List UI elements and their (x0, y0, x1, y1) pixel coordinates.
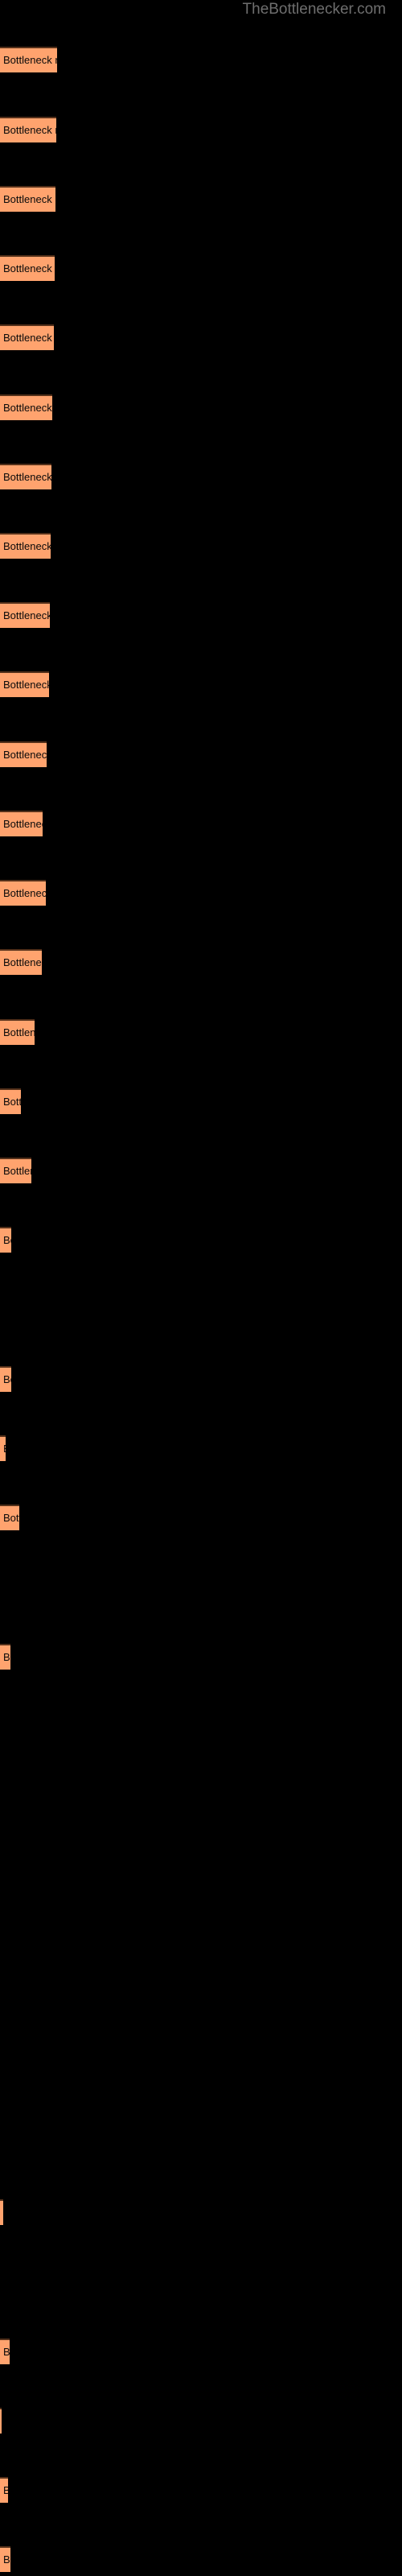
bar-label: Bottleneck result (3, 679, 49, 691)
bar-23[interactable]: Bottleneck result (0, 2199, 3, 2225)
bar-label: Bottleneck result (3, 1441, 6, 1457)
bar-label: Bottleneck result (3, 193, 55, 205)
bar-label: Bottleneck result (3, 2553, 10, 2566)
bar-label: Bottleneck result (3, 1096, 21, 1108)
bar-11[interactable]: Bottleneck result (0, 741, 47, 767)
bar-19[interactable]: Bottleneck result (0, 1366, 11, 1392)
bar-label: Bottleneck result (3, 471, 51, 483)
bar-label: Bottleneck result (3, 1234, 11, 1246)
bar-7[interactable]: Bottleneck result (0, 464, 51, 489)
bar-22[interactable]: Bottleneck result (0, 1644, 10, 1670)
bar-14[interactable]: Bottleneck result (0, 949, 42, 975)
bar-4[interactable]: Bottleneck result (0, 255, 55, 281)
bar-label: Bottleneck result (3, 2483, 8, 2499)
bar-3[interactable]: Bottleneck result (0, 186, 55, 212)
bar-27[interactable]: Bottleneck result (0, 2546, 10, 2572)
bar-2[interactable]: Bottleneck result (0, 117, 56, 142)
bar-label: Bottleneck result (3, 749, 47, 761)
bar-10[interactable]: Bottleneck result (0, 671, 49, 697)
bar-label: Bottleneck result (3, 1512, 19, 1524)
bar-26[interactable]: Bottleneck result (0, 2477, 8, 2503)
bar-1[interactable]: Bottleneck result (0, 47, 57, 72)
bar-label: Bottleneck result (3, 54, 57, 66)
bar-label: Bottleneck result (3, 1373, 11, 1385)
bar-12[interactable]: Bottleneck result (0, 811, 43, 836)
bar-label: Bottleneck result (3, 1026, 35, 1038)
bar-18[interactable]: Bottleneck result (0, 1227, 11, 1253)
bar-label: Bottleneck result (3, 887, 46, 899)
bar-label: Bottleneck result (3, 124, 56, 136)
bar-24[interactable]: Bottleneck result (0, 2339, 10, 2364)
bar-6[interactable]: Bottleneck result (0, 394, 52, 420)
bar-21[interactable]: Bottleneck result (0, 1505, 19, 1530)
bar-13[interactable]: Bottleneck result (0, 880, 46, 906)
bar-label: Bottleneck result (3, 609, 50, 621)
bar-5[interactable]: Bottleneck result (0, 324, 54, 350)
bar-17[interactable]: Bottleneck result (0, 1158, 31, 1183)
bar-label: Bottleneck result (3, 956, 42, 968)
bar-25[interactable]: Bottleneck result (0, 2408, 2, 2434)
bar-9[interactable]: Bottleneck result (0, 602, 50, 628)
bar-label: Bottleneck result (3, 402, 52, 414)
bar-20[interactable]: Bottleneck result (0, 1435, 6, 1461)
bar-label: Bottleneck result (3, 1165, 31, 1177)
bar-label: Bottleneck result (3, 818, 43, 830)
bar-label: Bottleneck result (3, 1651, 10, 1663)
bottleneck-bar-chart: Bottleneck result Bottleneck result Bottle… (0, 0, 402, 2576)
bar-label: Bottleneck result (3, 262, 55, 275)
bar-16[interactable]: Bottleneck result (0, 1088, 21, 1114)
bar-label: Bottleneck result (3, 2346, 10, 2358)
bar-label: Bottleneck result (3, 540, 51, 552)
bar-label: Bottleneck result (3, 332, 54, 344)
bar-8[interactable]: Bottleneck result (0, 533, 51, 559)
bar-15[interactable]: Bottleneck result (0, 1019, 35, 1045)
